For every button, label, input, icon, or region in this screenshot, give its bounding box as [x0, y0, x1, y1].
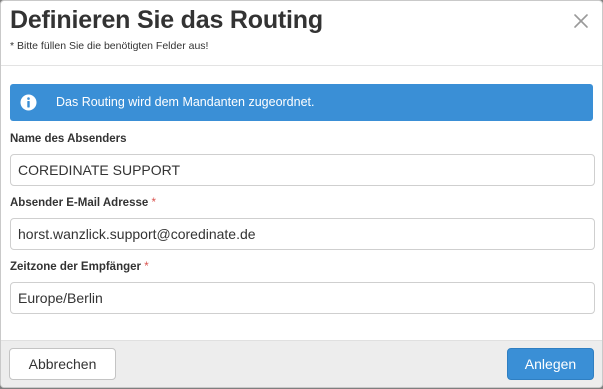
close-icon[interactable] — [572, 12, 590, 30]
dialog-title: Definieren Sie das Routing — [10, 6, 323, 34]
dialog-footer: Abbrechen Anlegen — [1, 340, 602, 387]
routing-dialog: Definieren Sie das Routing * Bitte fülle… — [0, 0, 603, 388]
timezone-input[interactable] — [10, 282, 595, 314]
create-button[interactable]: Anlegen — [507, 348, 594, 380]
sender-name-label-text: Name des Absenders — [10, 133, 127, 145]
timezone-label-text: Zeitzone der Empfänger — [10, 261, 141, 273]
info-alert: Das Routing wird dem Mandanten zugeordne… — [10, 84, 593, 121]
dialog-header: Definieren Sie das Routing * Bitte fülle… — [1, 1, 602, 66]
required-marker: * — [144, 261, 149, 273]
sender-email-label-text: Absender E-Mail Adresse — [10, 197, 149, 209]
sender-name-input[interactable] — [10, 154, 595, 186]
sender-email-label: Absender E-Mail Adresse * — [10, 197, 156, 209]
info-message: Das Routing wird dem Mandanten zugeordne… — [56, 95, 315, 109]
required-fields-hint: * Bitte füllen Sie die benötigten Felder… — [10, 40, 209, 52]
info-icon — [20, 94, 37, 111]
cancel-button[interactable]: Abbrechen — [9, 348, 116, 380]
sender-name-label: Name des Absenders — [10, 133, 127, 145]
required-marker: * — [151, 197, 156, 209]
sender-email-input[interactable] — [10, 218, 595, 250]
timezone-label: Zeitzone der Empfänger * — [10, 261, 149, 273]
